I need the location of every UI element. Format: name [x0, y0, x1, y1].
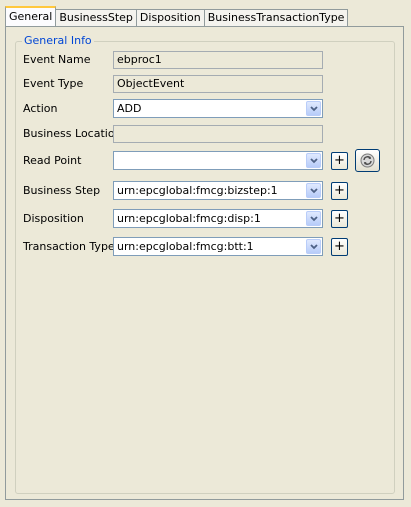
transaction-type-select[interactable]: urn:epcglobal:fmcg:btt:1	[113, 237, 323, 256]
tab-business-transaction-type[interactable]: BusinessTransactionType	[203, 9, 349, 26]
read-point-select[interactable]	[113, 151, 323, 170]
group-title: General Info	[22, 34, 94, 48]
tab-general[interactable]: General	[5, 6, 57, 26]
transaction-type-select-value: urn:epcglobal:fmcg:btt:1	[117, 240, 254, 253]
business-step-select[interactable]: urn:epcglobal:fmcg:bizstep:1	[113, 181, 323, 200]
tab-bar: General BusinessStep Disposition Busines…	[5, 6, 349, 26]
disposition-label: Disposition	[23, 212, 84, 225]
action-label: Action	[23, 102, 58, 115]
business-location-field	[113, 125, 323, 143]
chevron-down-icon[interactable]	[306, 211, 321, 226]
add-read-point-button[interactable]: +	[331, 152, 348, 170]
refresh-read-point-button[interactable]	[355, 149, 380, 172]
chevron-down-icon[interactable]	[306, 239, 321, 254]
business-step-label: Business Step	[23, 184, 101, 197]
transaction-type-label: Transaction Type	[23, 240, 115, 253]
event-type-label: Event Type	[23, 77, 84, 90]
event-name-field: ebproc1	[113, 51, 323, 69]
action-select-value: ADD	[117, 102, 142, 115]
read-point-label: Read Point	[23, 154, 82, 167]
add-transaction-type-button[interactable]: +	[331, 238, 348, 256]
event-name-label: Event Name	[23, 53, 91, 66]
event-type-field: ObjectEvent	[113, 75, 323, 93]
chevron-down-icon[interactable]	[306, 101, 321, 116]
refresh-icon	[360, 153, 375, 168]
business-location-label: Business Location	[23, 127, 122, 140]
disposition-select-value: urn:epcglobal:fmcg:disp:1	[117, 212, 261, 225]
chevron-down-icon[interactable]	[306, 183, 321, 198]
tab-business-step[interactable]: BusinessStep	[55, 9, 137, 26]
add-disposition-button[interactable]: +	[331, 210, 348, 228]
tab-disposition[interactable]: Disposition	[135, 9, 205, 26]
business-step-select-value: urn:epcglobal:fmcg:bizstep:1	[117, 184, 278, 197]
chevron-down-icon[interactable]	[306, 153, 321, 168]
tab-panel-general: General Info Event Name ebproc1 Event Ty…	[5, 26, 404, 500]
add-business-step-button[interactable]: +	[331, 182, 348, 200]
disposition-select[interactable]: urn:epcglobal:fmcg:disp:1	[113, 209, 323, 228]
action-select[interactable]: ADD	[113, 99, 323, 118]
